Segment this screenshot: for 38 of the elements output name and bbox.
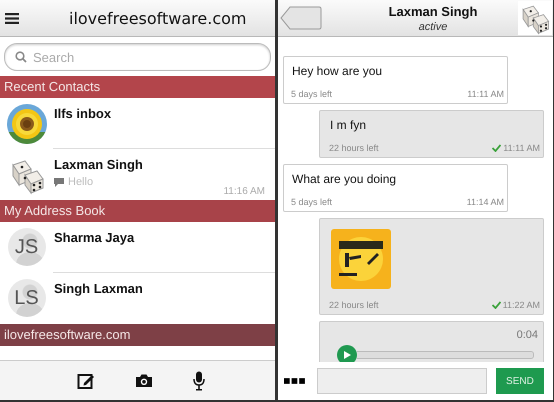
message-text: I m fyn <box>330 118 368 132</box>
avatar-initials: LS <box>14 286 39 310</box>
avatar-initials: JS <box>14 236 38 258</box>
menu-icon[interactable] <box>5 12 19 24</box>
back-button[interactable] <box>280 6 322 30</box>
contact-name[interactable]: Sharma Jaya <box>54 230 134 245</box>
search-icon <box>15 51 27 63</box>
compose-icon[interactable] <box>76 372 94 390</box>
message-time: 11:11 AM <box>467 89 504 99</box>
message-field[interactable] <box>316 368 487 394</box>
expiry-label: 22 hours left <box>329 143 379 153</box>
contact-name: Laxman Singh <box>388 4 478 18</box>
section-header: My Address Book <box>0 200 275 222</box>
message-text: Hey how are you <box>292 64 384 78</box>
message-text: What are you doing <box>292 172 398 186</box>
play-icon <box>343 351 351 359</box>
app-title: ilovefreesoftware.com <box>69 8 247 28</box>
expiry-label: 5 days left <box>291 197 332 207</box>
contact-status: active <box>418 20 448 32</box>
play-button[interactable] <box>337 345 357 362</box>
message-time: 11:22 AM <box>502 300 540 310</box>
expiry-label: 5 days left <box>291 89 332 99</box>
message-preview: Hello <box>68 176 94 188</box>
more-icon[interactable] <box>284 378 305 384</box>
contact-name[interactable]: Ilfs inbox <box>54 106 112 121</box>
contact-time: 11:16 AM <box>223 186 265 197</box>
contact-name[interactable]: Laxman Singh <box>54 157 143 172</box>
chat-bubble-icon <box>54 178 64 186</box>
section-header: ilovefreesoftware.com <box>0 324 275 346</box>
search-field[interactable]: Search <box>4 43 271 71</box>
microphone-icon[interactable] <box>192 370 204 390</box>
message-time: 11:11 AM <box>503 143 540 153</box>
section-header: Recent Contacts <box>0 76 275 98</box>
audio-duration: 0:04 <box>516 329 538 341</box>
contact-name[interactable]: Singh Laxman <box>54 281 143 296</box>
camera-icon[interactable] <box>134 373 152 388</box>
expiry-label: 22 hours left <box>329 300 379 310</box>
message-time: 11:14 AM <box>466 197 504 207</box>
